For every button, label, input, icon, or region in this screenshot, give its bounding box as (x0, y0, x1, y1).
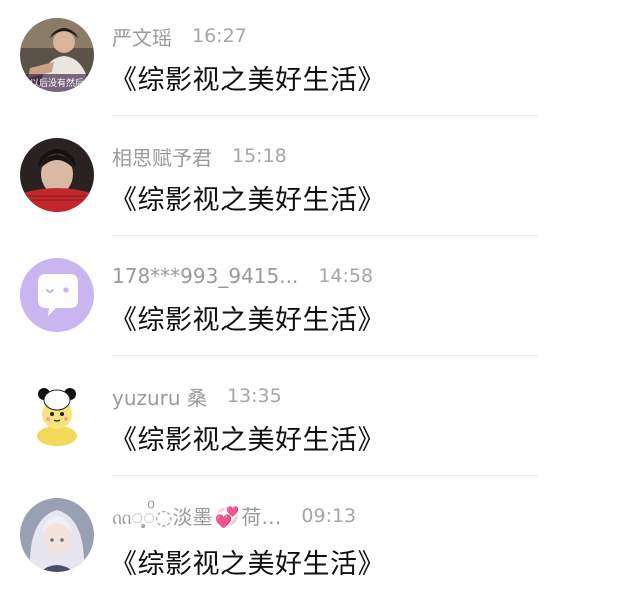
user-name[interactable]: yuzuru 桑 (112, 382, 207, 411)
divider (112, 115, 538, 116)
divider (112, 475, 538, 476)
timestamp: 13:35 (226, 385, 282, 407)
divider (112, 355, 538, 356)
avatar[interactable]: 以后没有然后 (20, 18, 94, 92)
comment-text: 《综影视之美好生活》 (110, 185, 385, 216)
comment-list: 以后没有然后 严文瑶 16:27 《综影视之美好生活》 相思赋予君 15:18 (0, 0, 640, 601)
heart-icon: 💞 (214, 505, 240, 529)
timestamp: 09:13 (301, 505, 357, 527)
avatar[interactable] (20, 498, 94, 572)
avatar-photo-man-fan-icon (20, 138, 94, 212)
timestamp: 16:27 (192, 25, 247, 47)
avatar-anime-girl-icon (20, 498, 94, 572)
user-name-prefix: ᦶ◌̥͙◌ͦ◌淡墨 (112, 505, 213, 529)
avatar-cartoon-panda-icon (20, 378, 94, 452)
user-name[interactable]: 相思赋予君 (112, 142, 212, 171)
avatar-overlay-text: 以后没有然后 (30, 77, 84, 89)
user-name[interactable]: 178***993_9415... (112, 264, 298, 288)
default-chat-bubble-icon (20, 258, 94, 332)
comment-text: 《综影视之美好生活》 (110, 425, 385, 456)
timestamp: 15:18 (232, 145, 287, 167)
avatar-photo-man-sitting-icon: 以后没有然后 (20, 18, 94, 92)
user-name[interactable]: ᦶ◌̥͙◌ͦ◌淡墨 💞 荷… (112, 501, 281, 531)
timestamp: 14:58 (318, 265, 374, 287)
comment-item[interactable]: 以后没有然后 严文瑶 16:27 《综影视之美好生活》 (0, 0, 640, 120)
comment-text: 《综影视之美好生活》 (110, 549, 385, 580)
user-name-suffix: 荷… (241, 505, 282, 529)
comment-text: 《综影视之美好生活》 (110, 305, 385, 336)
user-name[interactable]: 严文瑶 (112, 22, 172, 51)
comment-item[interactable]: 178***993_9415... 14:58 《综影视之美好生活》 (0, 240, 640, 360)
comment-text: 《综影视之美好生活》 (110, 65, 385, 96)
comment-item[interactable]: 相思赋予君 15:18 《综影视之美好生活》 (0, 120, 640, 240)
avatar[interactable] (20, 258, 94, 332)
comment-item[interactable]: yuzuru 桑 13:35 《综影视之美好生活》 (0, 360, 640, 480)
avatar[interactable] (20, 378, 94, 452)
avatar[interactable] (20, 138, 94, 212)
divider (112, 235, 538, 236)
comment-item[interactable]: ᦶ◌̥͙◌ͦ◌淡墨 💞 荷… 09:13 《综影视之美好生活》 (0, 480, 640, 600)
